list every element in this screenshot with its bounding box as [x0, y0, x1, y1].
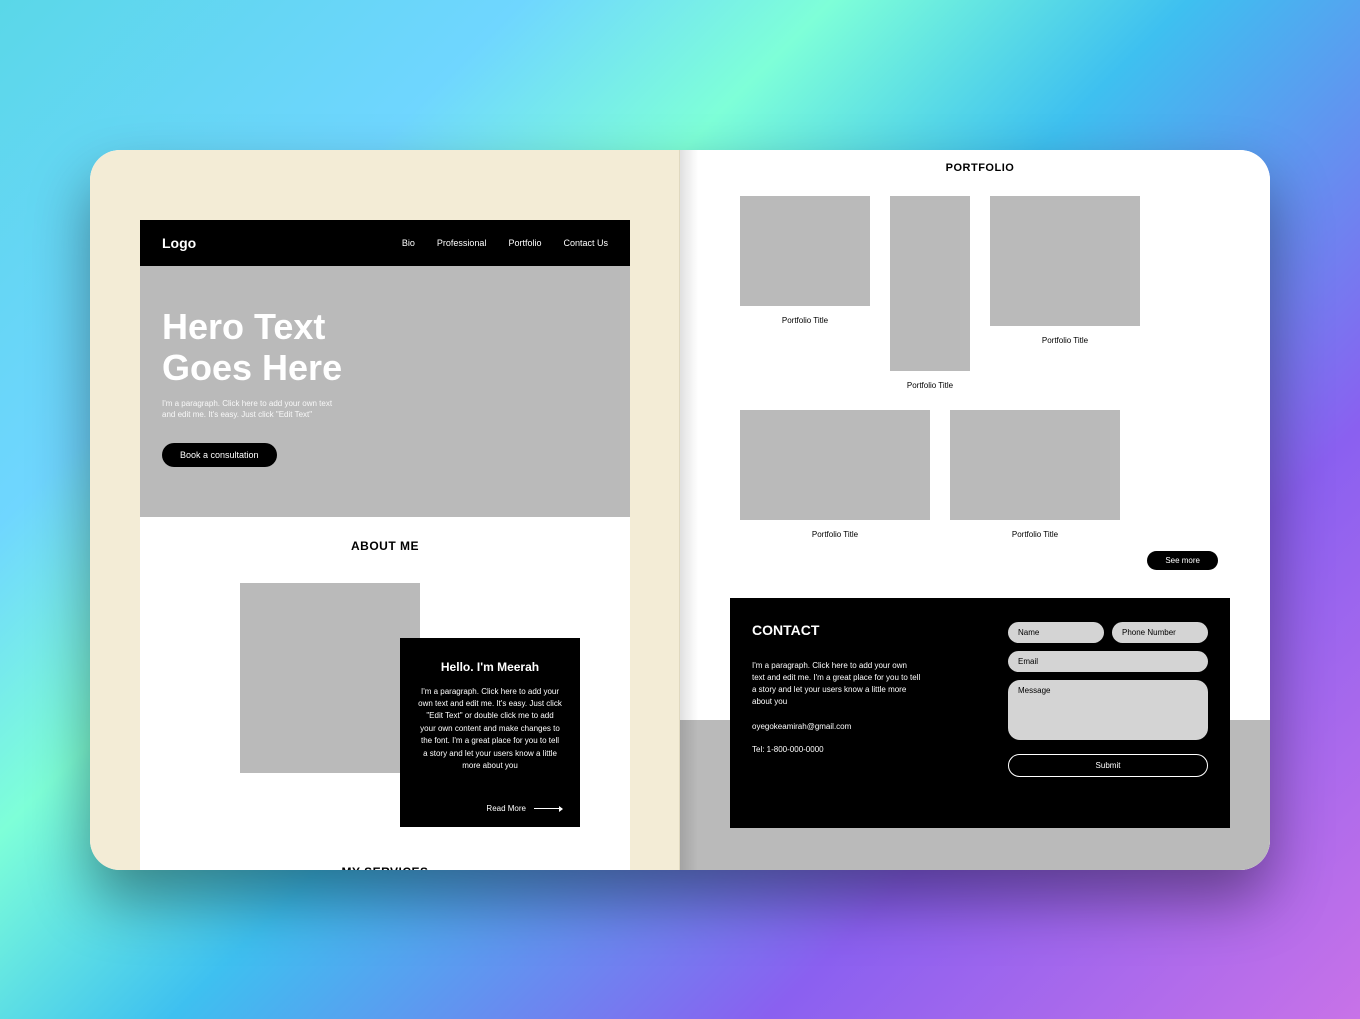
contact-phone: Tel: 1-800-000-0000: [752, 745, 980, 754]
left-wireframe: Logo Bio Professional Portfolio Contact …: [140, 220, 630, 870]
portfolio-row-2: Portfolio Title Portfolio Title: [730, 410, 1230, 539]
about-image-placeholder: [240, 583, 420, 773]
contact-email: oyegokeamirah@gmail.com: [752, 722, 980, 731]
portfolio-thumb: [990, 196, 1140, 326]
portfolio-item-5[interactable]: Portfolio Title: [950, 410, 1120, 539]
phone-field[interactable]: Phone Number: [1112, 622, 1208, 643]
portfolio-title: Portfolio Title: [907, 381, 953, 390]
hero-section: Logo Bio Professional Portfolio Contact …: [140, 220, 630, 517]
contact-blurb: I'm a paragraph. Click here to add your …: [752, 660, 922, 708]
hero-body: Hero Text Goes Here I'm a paragraph. Cli…: [140, 266, 630, 467]
about-heading: ABOUT ME: [140, 539, 630, 553]
portfolio-item-4[interactable]: Portfolio Title: [740, 410, 930, 539]
portfolio-thumb: [890, 196, 970, 371]
portfolio-item-1[interactable]: Portfolio Title: [740, 196, 870, 390]
email-field[interactable]: Email: [1008, 651, 1208, 672]
logo: Logo: [162, 235, 196, 251]
about-card-body: I'm a paragraph. Click here to add your …: [418, 686, 562, 773]
nav-portfolio[interactable]: Portfolio: [508, 238, 541, 248]
services-heading: MY SERVICES: [140, 853, 630, 870]
portfolio-title: Portfolio Title: [782, 316, 828, 325]
hero-title-line2: Goes Here: [162, 347, 630, 388]
portfolio-thumb: [950, 410, 1120, 520]
hero-title-line1: Hero Text: [162, 306, 630, 347]
name-field[interactable]: Name: [1008, 622, 1104, 643]
portfolio-title: Portfolio Title: [1012, 530, 1058, 539]
about-section: ABOUT ME Hello. I'm Meerah I'm a paragra…: [140, 517, 630, 870]
portfolio-thumb: [740, 410, 930, 520]
portfolio-row-1: Portfolio Title Portfolio Title Portfoli…: [730, 196, 1230, 390]
book-consultation-button[interactable]: Book a consultation: [162, 443, 277, 467]
about-card-title: Hello. I'm Meerah: [418, 660, 562, 674]
nav-bio[interactable]: Bio: [402, 238, 415, 248]
see-more-button[interactable]: See more: [1147, 551, 1218, 570]
navbar: Logo Bio Professional Portfolio Contact …: [140, 220, 630, 266]
contact-heading: CONTACT: [752, 622, 980, 638]
portfolio-title: Portfolio Title: [812, 530, 858, 539]
about-card: Hello. I'm Meerah I'm a paragraph. Click…: [400, 638, 580, 828]
nav-contact[interactable]: Contact Us: [563, 238, 608, 248]
portfolio-thumb: [740, 196, 870, 306]
hero-subtitle: I'm a paragraph. Click here to add your …: [162, 398, 342, 420]
portfolio-item-3[interactable]: Portfolio Title: [990, 196, 1140, 390]
right-page: PORTFOLIO Portfolio Title Portfolio Titl…: [680, 150, 1270, 870]
left-page: Logo Bio Professional Portfolio Contact …: [90, 150, 680, 870]
portfolio-heading: PORTFOLIO: [730, 162, 1230, 174]
contact-form: Name Phone Number Email Message Submit: [1008, 622, 1208, 800]
read-more-link[interactable]: Read More: [418, 804, 562, 813]
portfolio-item-2[interactable]: Portfolio Title: [890, 196, 970, 390]
portfolio-title: Portfolio Title: [1042, 336, 1088, 345]
contact-section: CONTACT I'm a paragraph. Click here to a…: [730, 598, 1230, 828]
arrow-right-icon: [534, 808, 562, 809]
message-field[interactable]: Message: [1008, 680, 1208, 740]
submit-button[interactable]: Submit: [1008, 754, 1208, 777]
mockup-frame: Logo Bio Professional Portfolio Contact …: [90, 150, 1270, 870]
right-wireframe: PORTFOLIO Portfolio Title Portfolio Titl…: [730, 162, 1230, 828]
read-more-label: Read More: [486, 804, 526, 813]
nav-professional[interactable]: Professional: [437, 238, 487, 248]
